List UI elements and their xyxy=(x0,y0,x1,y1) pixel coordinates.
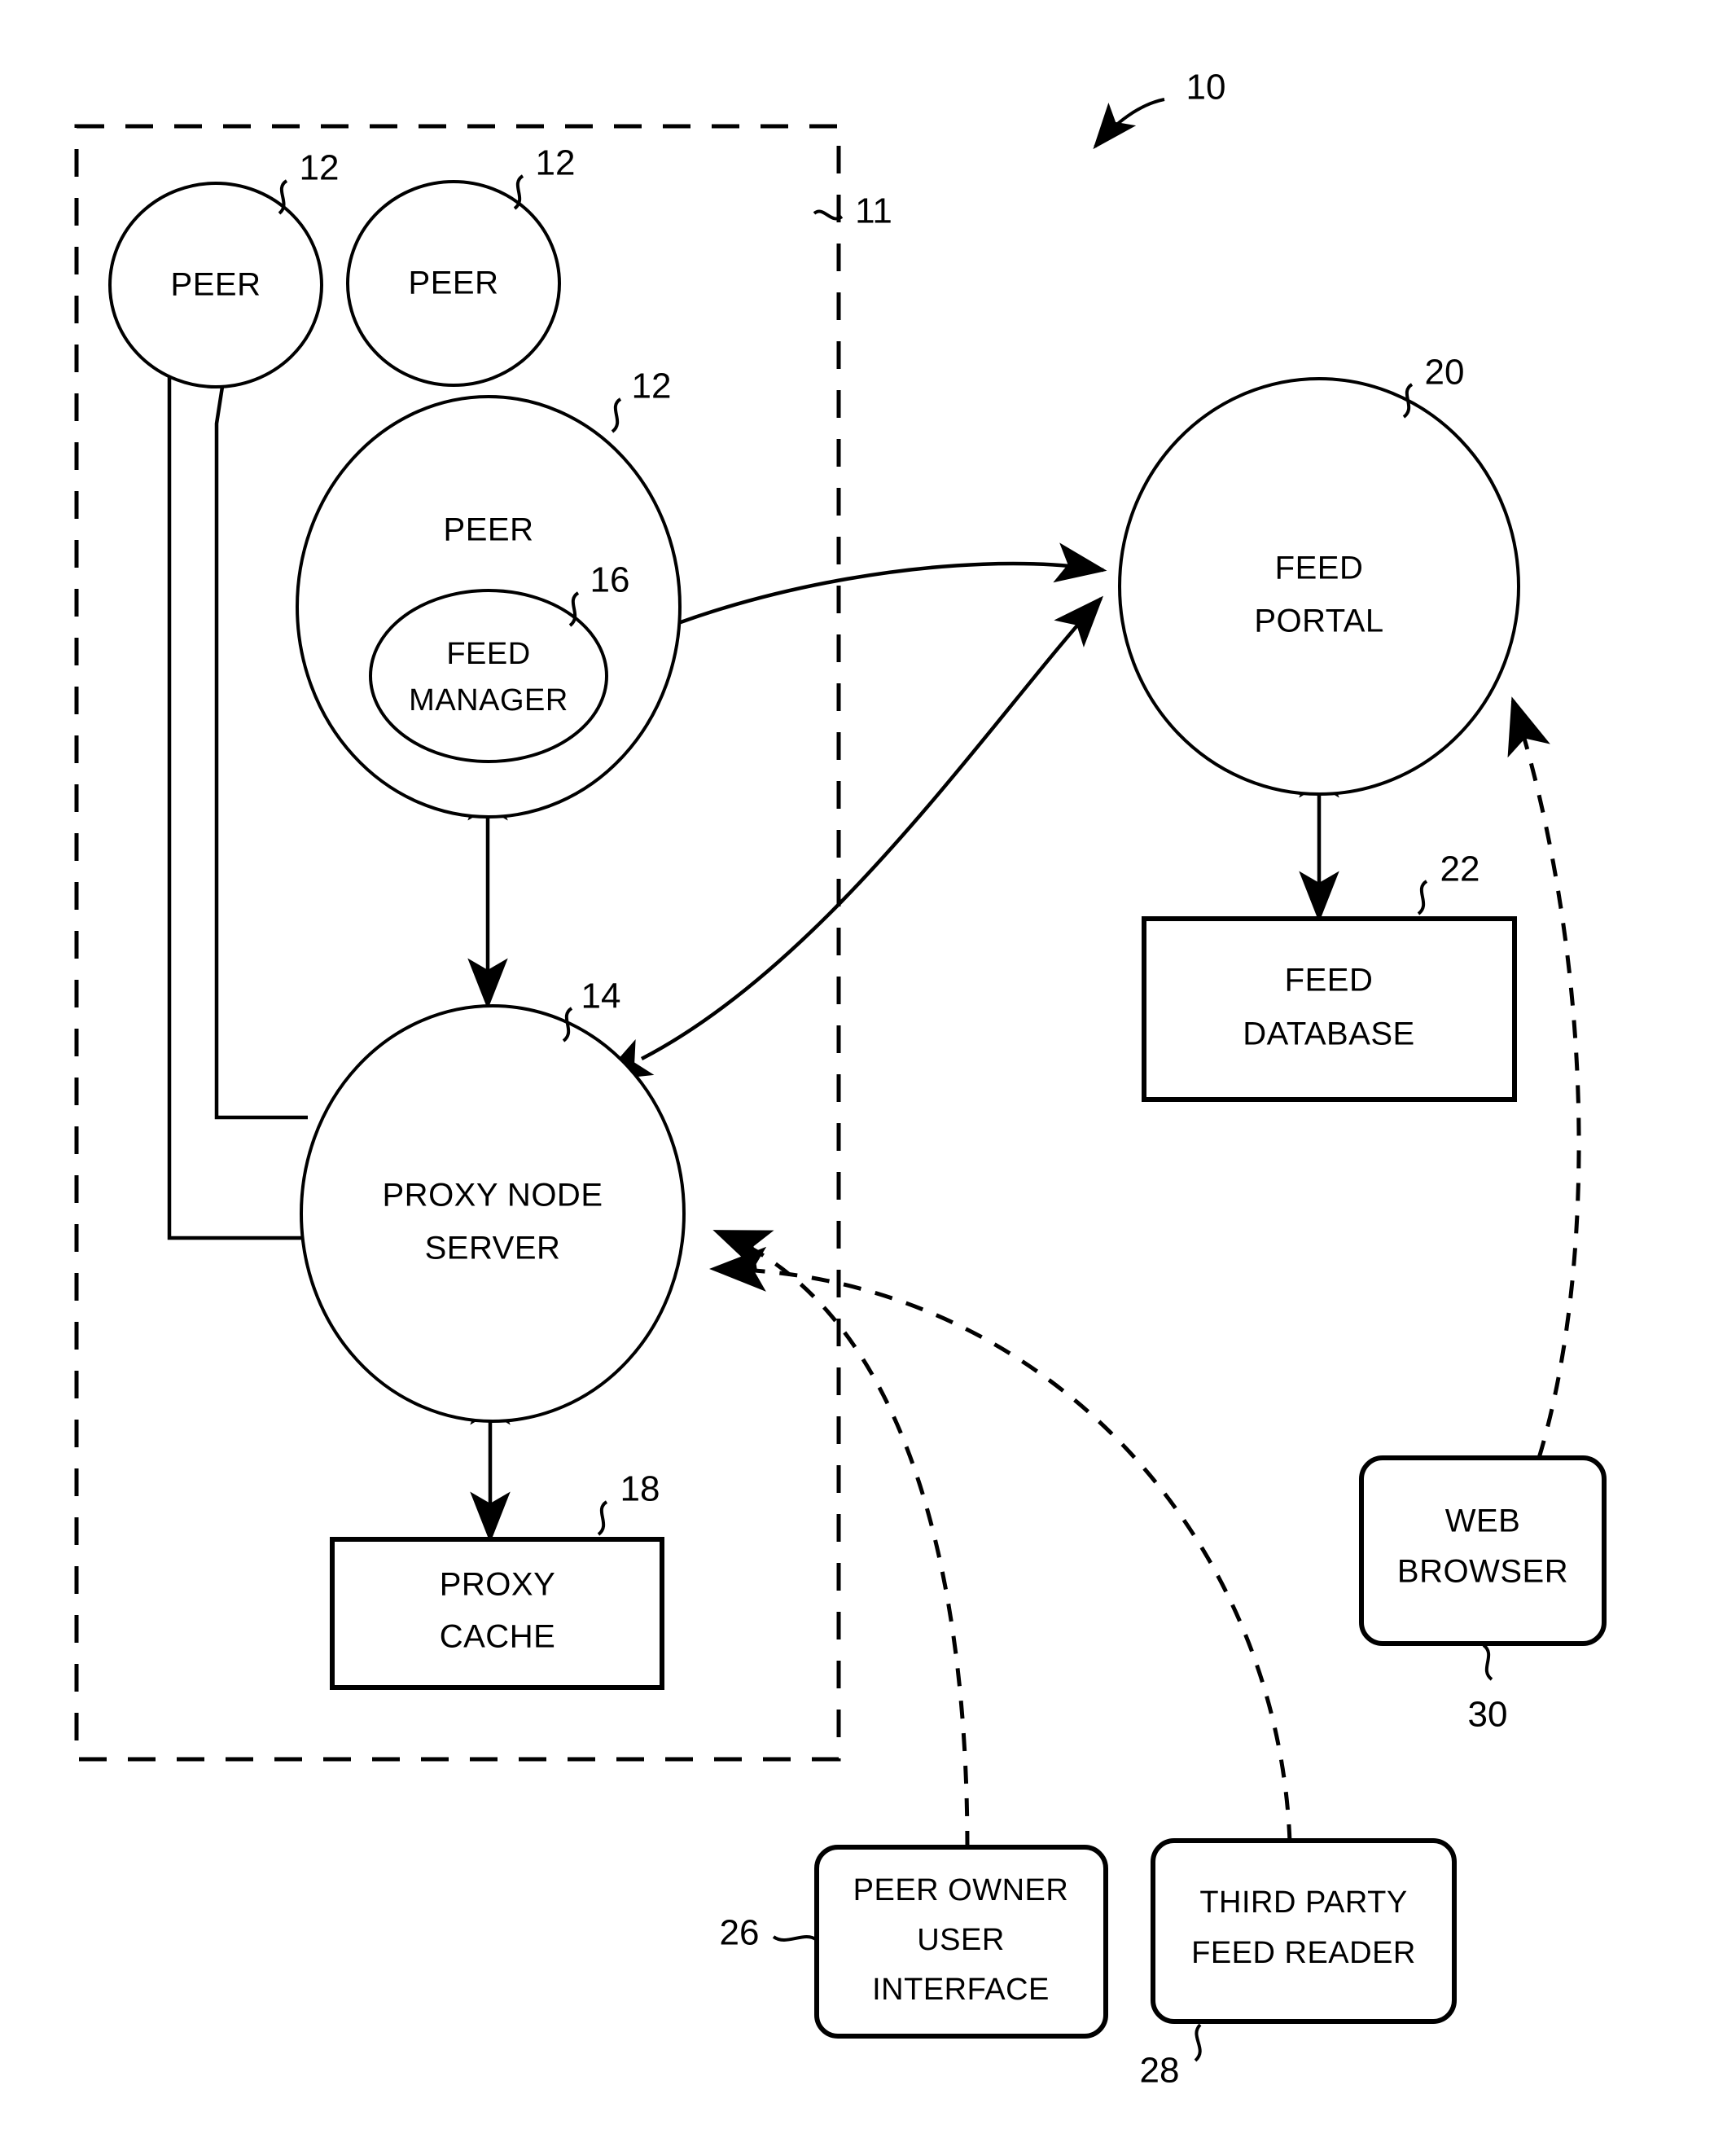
proxy-node-server-label-line1: PROXY NODE xyxy=(383,1178,603,1214)
peer-owner-ui-label-line1: PEER OWNER xyxy=(853,1873,1069,1907)
link-web-browser-to-feed-portal xyxy=(1507,696,1581,1459)
third-party-feed-reader-leader xyxy=(1194,2023,1202,2062)
patent-figure: 10 11 PEER 12 PEER 12 PEER 12 FEED MANAG… xyxy=(0,0,1736,2142)
feed-database-label-line1: FEED xyxy=(1285,963,1374,999)
peer-owner-ui-label-line3: INTERFACE xyxy=(872,1973,1050,2007)
ref-14: 14 xyxy=(581,977,621,1016)
ref-18: 18 xyxy=(620,1469,660,1509)
node-feed-database[interactable]: FEED DATABASE 22 xyxy=(1142,849,1517,1102)
ref-22: 22 xyxy=(1440,849,1480,889)
feed-manager-label-line2: MANAGER xyxy=(409,683,568,718)
node-peer-a[interactable]: PEER 12 xyxy=(108,148,340,388)
node-peer-b[interactable]: PEER 12 xyxy=(346,143,576,387)
proxy-node-server-label-line2: SERVER xyxy=(425,1231,561,1266)
web-browser-leader xyxy=(1482,1644,1493,1681)
link-peer-b-to-proxy xyxy=(214,349,308,1120)
diagram-canvas: 10 11 PEER 12 PEER 12 PEER 12 FEED MANAG… xyxy=(74,68,1607,2091)
ref-12-peer-b: 12 xyxy=(536,143,576,183)
system-reference-callout: 10 xyxy=(1093,68,1226,150)
node-feed-portal[interactable]: FEED PORTAL 20 xyxy=(1118,353,1520,796)
node-third-party-feed-reader[interactable]: THIRD PARTY FEED READER 28 xyxy=(1140,1838,1457,2091)
node-proxy-cache[interactable]: PROXY CACHE 18 xyxy=(330,1469,664,1690)
link-path xyxy=(214,349,308,1120)
feed-portal-circle[interactable] xyxy=(1118,377,1520,796)
proxy-cache-rect[interactable] xyxy=(330,1537,664,1690)
peer-b-label: PEER xyxy=(409,266,499,301)
link-proxy-to-feed-portal xyxy=(599,595,1104,1081)
ref-10: 10 xyxy=(1186,68,1226,108)
ref-12-peer-main: 12 xyxy=(632,367,672,406)
third-party-feed-reader-label-line1: THIRD PARTY xyxy=(1199,1885,1407,1920)
node-peer-owner-ui[interactable]: PEER OWNER USER INTERFACE 26 xyxy=(720,1845,1108,2039)
link-path xyxy=(1507,696,1581,1459)
node-proxy-node-server[interactable]: PROXY NODE SERVER 14 xyxy=(300,977,686,1423)
node-web-browser[interactable]: WEB BROWSER 30 xyxy=(1359,1455,1607,1735)
ref-26: 26 xyxy=(720,1913,760,1953)
link-peer-owner-ui-to-proxy xyxy=(712,1229,970,1850)
peer-main-label: PEER xyxy=(444,512,534,548)
ref-16: 16 xyxy=(590,560,630,600)
system-reference-arrow xyxy=(1093,98,1165,150)
peer-owner-ui-label-line2: USER xyxy=(917,1923,1005,1957)
web-browser-rect[interactable] xyxy=(1359,1455,1607,1646)
link-path xyxy=(599,595,1104,1081)
peer-a-label: PEER xyxy=(171,267,261,303)
peer-main-leader xyxy=(611,397,622,433)
ref-12-peer-a: 12 xyxy=(300,148,340,188)
feed-database-leader xyxy=(1417,880,1428,915)
proxy-cache-label-line1: PROXY xyxy=(440,1567,556,1603)
proxy-node-server-circle[interactable] xyxy=(300,1004,686,1423)
feed-database-rect[interactable] xyxy=(1142,916,1517,1102)
web-browser-label-line1: WEB xyxy=(1445,1503,1521,1539)
link-path xyxy=(167,367,303,1240)
feed-manager-label-line1: FEED xyxy=(446,637,530,671)
feed-database-label-line2: DATABASE xyxy=(1243,1016,1414,1052)
peer-owner-ui-leader xyxy=(772,1935,818,1942)
ref-11: 11 xyxy=(855,191,892,231)
proxy-cache-leader xyxy=(597,1500,608,1536)
third-party-feed-reader-label-line2: FEED READER xyxy=(1191,1936,1416,1970)
ref-28: 28 xyxy=(1140,2051,1180,2091)
feed-manager-ellipse[interactable] xyxy=(369,589,608,763)
link-third-party-reader-to-proxy xyxy=(709,1246,1292,1843)
ref-20: 20 xyxy=(1425,353,1465,393)
proxy-cache-label-line2: CACHE xyxy=(440,1619,556,1655)
feed-portal-label-line2: PORTAL xyxy=(1254,604,1383,639)
link-peer-a-to-proxy xyxy=(167,367,303,1240)
web-browser-label-line2: BROWSER xyxy=(1397,1554,1568,1590)
link-path xyxy=(709,1246,1292,1843)
third-party-feed-reader-rect[interactable] xyxy=(1151,1838,1457,2024)
link-path xyxy=(712,1229,970,1850)
ref-30: 30 xyxy=(1468,1695,1508,1735)
feed-portal-label-line1: FEED xyxy=(1275,551,1364,586)
